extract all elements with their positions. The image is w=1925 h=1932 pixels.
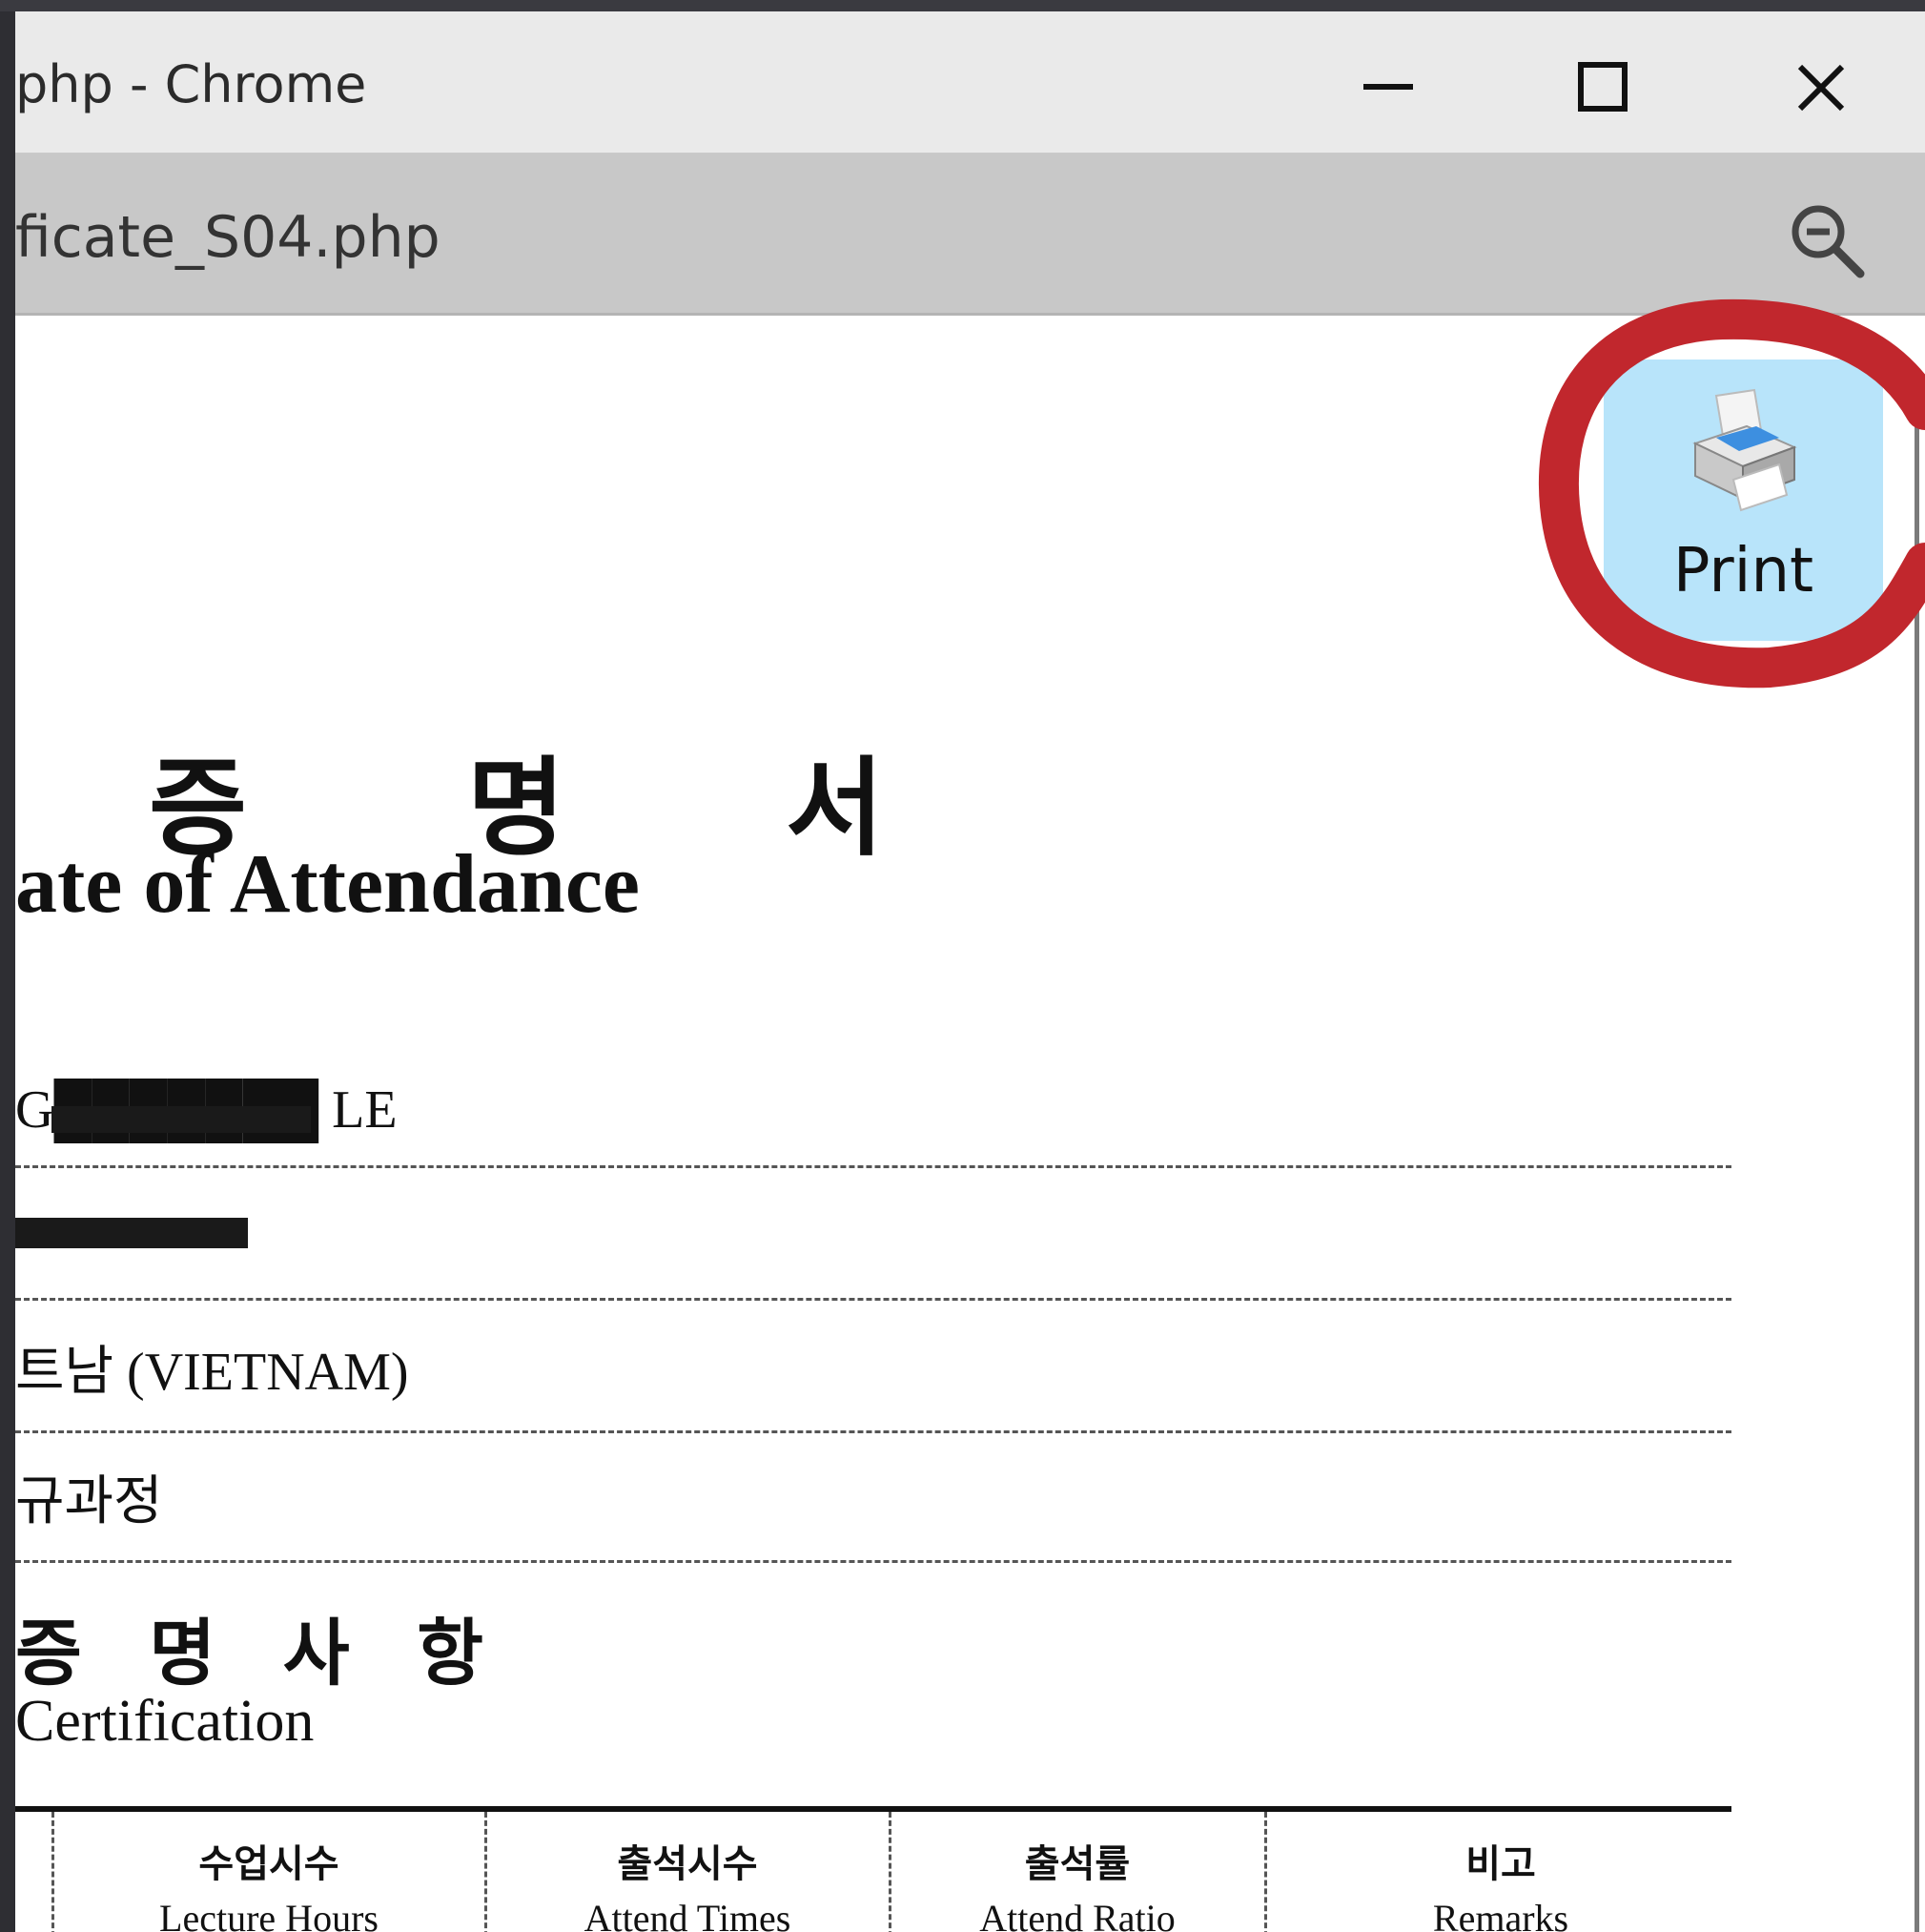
- maximize-icon: [1578, 62, 1628, 112]
- field-course-value: 규과정: [15, 1472, 163, 1531]
- redaction-bar: [51, 1106, 311, 1133]
- document-title-english: ate of Attendance: [15, 838, 640, 931]
- header-korean: 출석률: [1024, 1842, 1131, 1886]
- maximize-button[interactable]: [1566, 50, 1642, 126]
- header-korean: 출석시수: [617, 1842, 758, 1886]
- header-korean: 비고: [1465, 1842, 1536, 1886]
- zoom-out-icon: [1792, 205, 1865, 278]
- zoom-button[interactable]: [1784, 197, 1870, 283]
- header-korean: 수업시수: [198, 1842, 339, 1886]
- field-nationality-value: 트남 (VIETNAM): [15, 1343, 409, 1402]
- header-english: Remarks: [1432, 1897, 1569, 1932]
- field-name: G███████ LE: [15, 1051, 1731, 1168]
- window-title: php - Chrome: [15, 54, 367, 114]
- section-title-english: Certification: [15, 1689, 315, 1754]
- table-header-attend-times: 출석시수 Attend Times: [484, 1812, 888, 1932]
- title-bar: php - Chrome: [15, 11, 1925, 154]
- field-nationality: 트남 (VIETNAM): [15, 1316, 1731, 1433]
- field-course: 규과정: [15, 1446, 1731, 1563]
- header-english: Attend Ratio: [979, 1897, 1176, 1932]
- table-header-attend-ratio: 출석률 Attend Ratio: [889, 1812, 1263, 1932]
- annotation-circle: [1539, 298, 1925, 689]
- table-header-lecture-hours: 수업시수 Lecture Hours: [51, 1812, 483, 1932]
- certification-table: 수업시수 Lecture Hours 출석시수 Attend Times 출석률…: [15, 1806, 1731, 1932]
- close-button[interactable]: [1783, 50, 1859, 126]
- minimize-icon: [1363, 84, 1413, 90]
- minimize-button[interactable]: [1350, 50, 1426, 126]
- page-content: Print 증 명 서 ate of Attendance G███████ L…: [15, 298, 1925, 1932]
- header-english: Lecture Hours: [159, 1897, 379, 1932]
- desktop-background: [0, 0, 1925, 11]
- header-english: Attend Times: [584, 1897, 791, 1932]
- address-bar[interactable]: ficate_S04.php: [15, 154, 1925, 316]
- table-header-remarks: 비고 Remarks: [1264, 1812, 1734, 1932]
- field-birthdate: [15, 1183, 1731, 1301]
- close-icon: [1797, 64, 1845, 112]
- redaction-bar: [15, 1218, 248, 1248]
- section-title-korean: 증 명 사 항: [15, 1611, 505, 1696]
- chrome-popup-window: php - Chrome ficate_S04.php Print 증 명 서 …: [15, 11, 1925, 1932]
- url-text: ficate_S04.php: [15, 204, 440, 271]
